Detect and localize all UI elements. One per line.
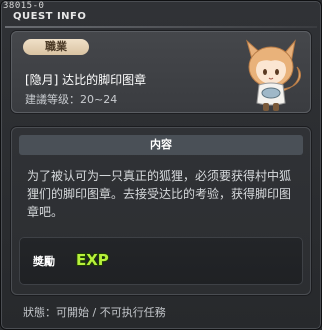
exp-text: EXP: [76, 251, 109, 269]
quest-name: [隐月] 达比的脚印图章: [25, 73, 147, 87]
quest-status: 狀態：可開始 / 不可执行任務: [23, 304, 166, 320]
job-badge: 職業: [23, 39, 89, 55]
quest-id: 38015-0: [3, 1, 45, 11]
quest-status-value: 可開始 / 不可执行任務: [56, 306, 166, 319]
recommended-level: 建議等级：20~24: [25, 91, 117, 107]
reward-box: 獎勵 EXP: [19, 237, 303, 285]
quest-description: 为了被认可为一只真正的狐狸，必须要获得村中狐狸们的脚印图章。去接受达比的考验，获…: [27, 169, 292, 219]
content-section-title: 内容: [19, 135, 303, 155]
window-title: QUEST INFO: [13, 11, 87, 22]
quest-info-window: 38015-0 QUEST INFO 職業 [隐月] 达比的脚印图章 建議等级：…: [0, 0, 322, 330]
quest-status-label: 狀態：: [23, 306, 56, 319]
recommended-level-value: 20~24: [80, 93, 118, 106]
quest-content-panel: 内容 为了被认可为一只真正的狐狸，必须要获得村中狐狸们的脚印图章。去接受达比的考…: [11, 127, 311, 295]
exp-icon: EXP: [75, 250, 110, 269]
recommended-level-label: 建議等级：: [25, 93, 80, 106]
title-divider: [5, 26, 317, 28]
fox-girl-npc-icon: [246, 39, 301, 111]
quest-header-card: 職業 [隐月] 达比的脚印图章 建議等级：20~24: [11, 31, 311, 113]
reward-label: 獎勵: [33, 255, 55, 268]
